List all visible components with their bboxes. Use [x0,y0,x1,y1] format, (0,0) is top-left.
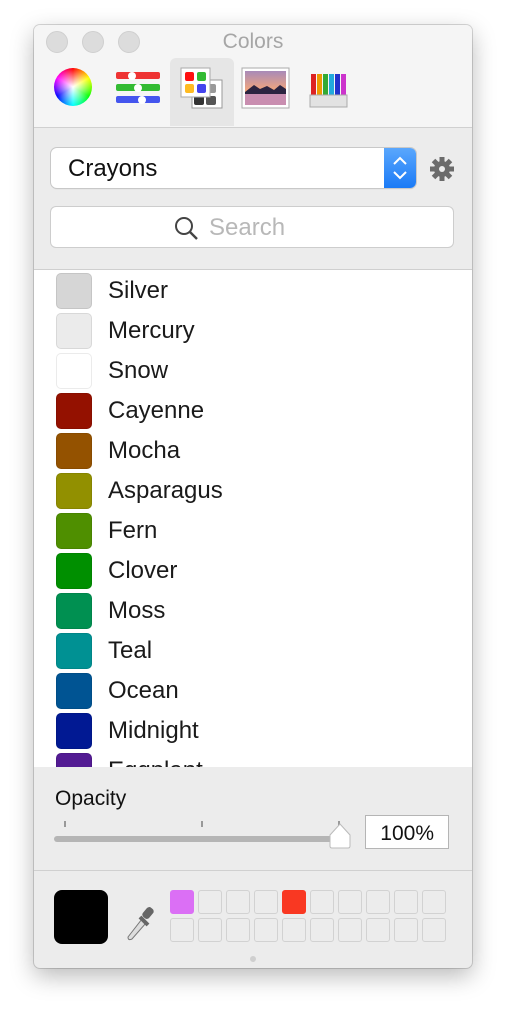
swatch-cell[interactable] [170,890,194,914]
color-swatch [56,353,92,389]
color-swatch [56,273,92,309]
swatch-cell[interactable] [226,890,250,914]
color-name: Silver [108,277,169,304]
color-list-item[interactable]: Mocha [34,431,472,471]
resize-handle[interactable] [250,956,256,962]
opacity-field[interactable]: 100% [365,815,449,849]
color-list-item[interactable]: Fern [34,511,472,551]
color-name: Teal [108,637,153,664]
tab-color-palettes[interactable] [170,58,234,126]
opacity-label: Opacity [55,787,127,810]
color-list-item[interactable]: Asparagus [34,471,472,511]
swatch-cell[interactable] [198,918,222,942]
slider-tick [201,821,203,827]
color-name: Asparagus [108,477,223,504]
color-name: Ocean [108,677,179,704]
sliders-icon [116,72,160,104]
swatch-cell[interactable] [254,890,278,914]
color-wheel-icon [54,68,92,106]
color-name: Snow [108,357,169,384]
swatch-cell[interactable] [310,890,334,914]
color-name: Cayenne [108,397,205,424]
color-name: Fern [108,517,158,544]
swatch-cell[interactable] [422,918,446,942]
palette-popup[interactable]: Crayons [51,148,416,188]
search-input[interactable]: Search [51,207,453,247]
swatch-cell[interactable] [338,890,362,914]
gear-icon[interactable] [430,157,454,181]
color-name: Mercury [108,317,195,344]
color-swatch [56,753,92,767]
window-title: Colors [222,30,284,53]
tab-pencils[interactable] [298,58,362,126]
opacity-slider[interactable] [54,836,344,842]
color-swatch [56,513,92,549]
color-list-item[interactable]: Teal [34,631,472,671]
swatch-cell[interactable] [366,890,390,914]
color-swatch [56,553,92,589]
color-list-item[interactable]: Midnight [34,711,472,751]
divider [34,870,472,871]
swatch-cell[interactable] [170,918,194,942]
swatch-cell[interactable] [338,918,362,942]
color-swatch [56,393,92,429]
swatch-cell[interactable] [254,918,278,942]
tab-image-palettes[interactable] [234,58,298,126]
color-list-item[interactable]: Eggplant [34,751,472,767]
swatch-cell[interactable] [394,918,418,942]
palettes-icon [180,67,223,109]
color-name: Moss [108,597,166,624]
color-swatch [56,433,92,469]
swatch-cell[interactable] [198,890,222,914]
search-icon [175,217,198,240]
image-icon [241,67,290,109]
color-name: Eggplant [108,757,203,767]
color-name: Clover [108,557,178,584]
swatch-cell[interactable] [310,918,334,942]
pencils-icon [309,74,348,108]
color-name: Mocha [108,437,181,464]
swatch-cell[interactable] [282,918,306,942]
search-placeholder: Search [209,214,286,241]
tab-color-wheel[interactable] [42,58,106,126]
color-list-item[interactable]: Cayenne [34,391,472,431]
swatch-cell[interactable] [282,890,306,914]
color-list-item[interactable]: Moss [34,591,472,631]
swatch-cell[interactable] [394,890,418,914]
color-list-item[interactable]: Clover [34,551,472,591]
chevron-up-down-icon [384,148,416,188]
color-list-item[interactable]: Snow [34,351,472,391]
color-list-item[interactable]: Silver [34,271,472,311]
swatch-cell[interactable] [226,918,250,942]
current-color-well[interactable] [54,890,108,944]
eyedropper-icon[interactable] [122,903,156,943]
color-swatch [56,633,92,669]
opacity-slider-thumb[interactable] [328,822,352,850]
slider-tick [64,821,66,827]
color-swatch [56,713,92,749]
palette-popup-value: Crayons [68,155,158,182]
color-list-item[interactable]: Ocean [34,671,472,711]
toolbar: Colors [34,25,472,128]
color-swatch [56,593,92,629]
tab-color-sliders[interactable] [106,58,170,126]
color-list[interactable]: Silver Mercury Snow Cayenne Mocha Asparagus Fe… [34,269,472,767]
color-list-item[interactable]: Mercury [34,311,472,351]
colors-window: Colors Crayons Search Silver Mercury Snow C… [34,25,472,968]
color-swatch [56,673,92,709]
color-name: Midnight [108,717,199,744]
swatch-cell[interactable] [422,890,446,914]
color-swatch [56,313,92,349]
swatch-cell[interactable] [366,918,390,942]
color-swatch [56,473,92,509]
